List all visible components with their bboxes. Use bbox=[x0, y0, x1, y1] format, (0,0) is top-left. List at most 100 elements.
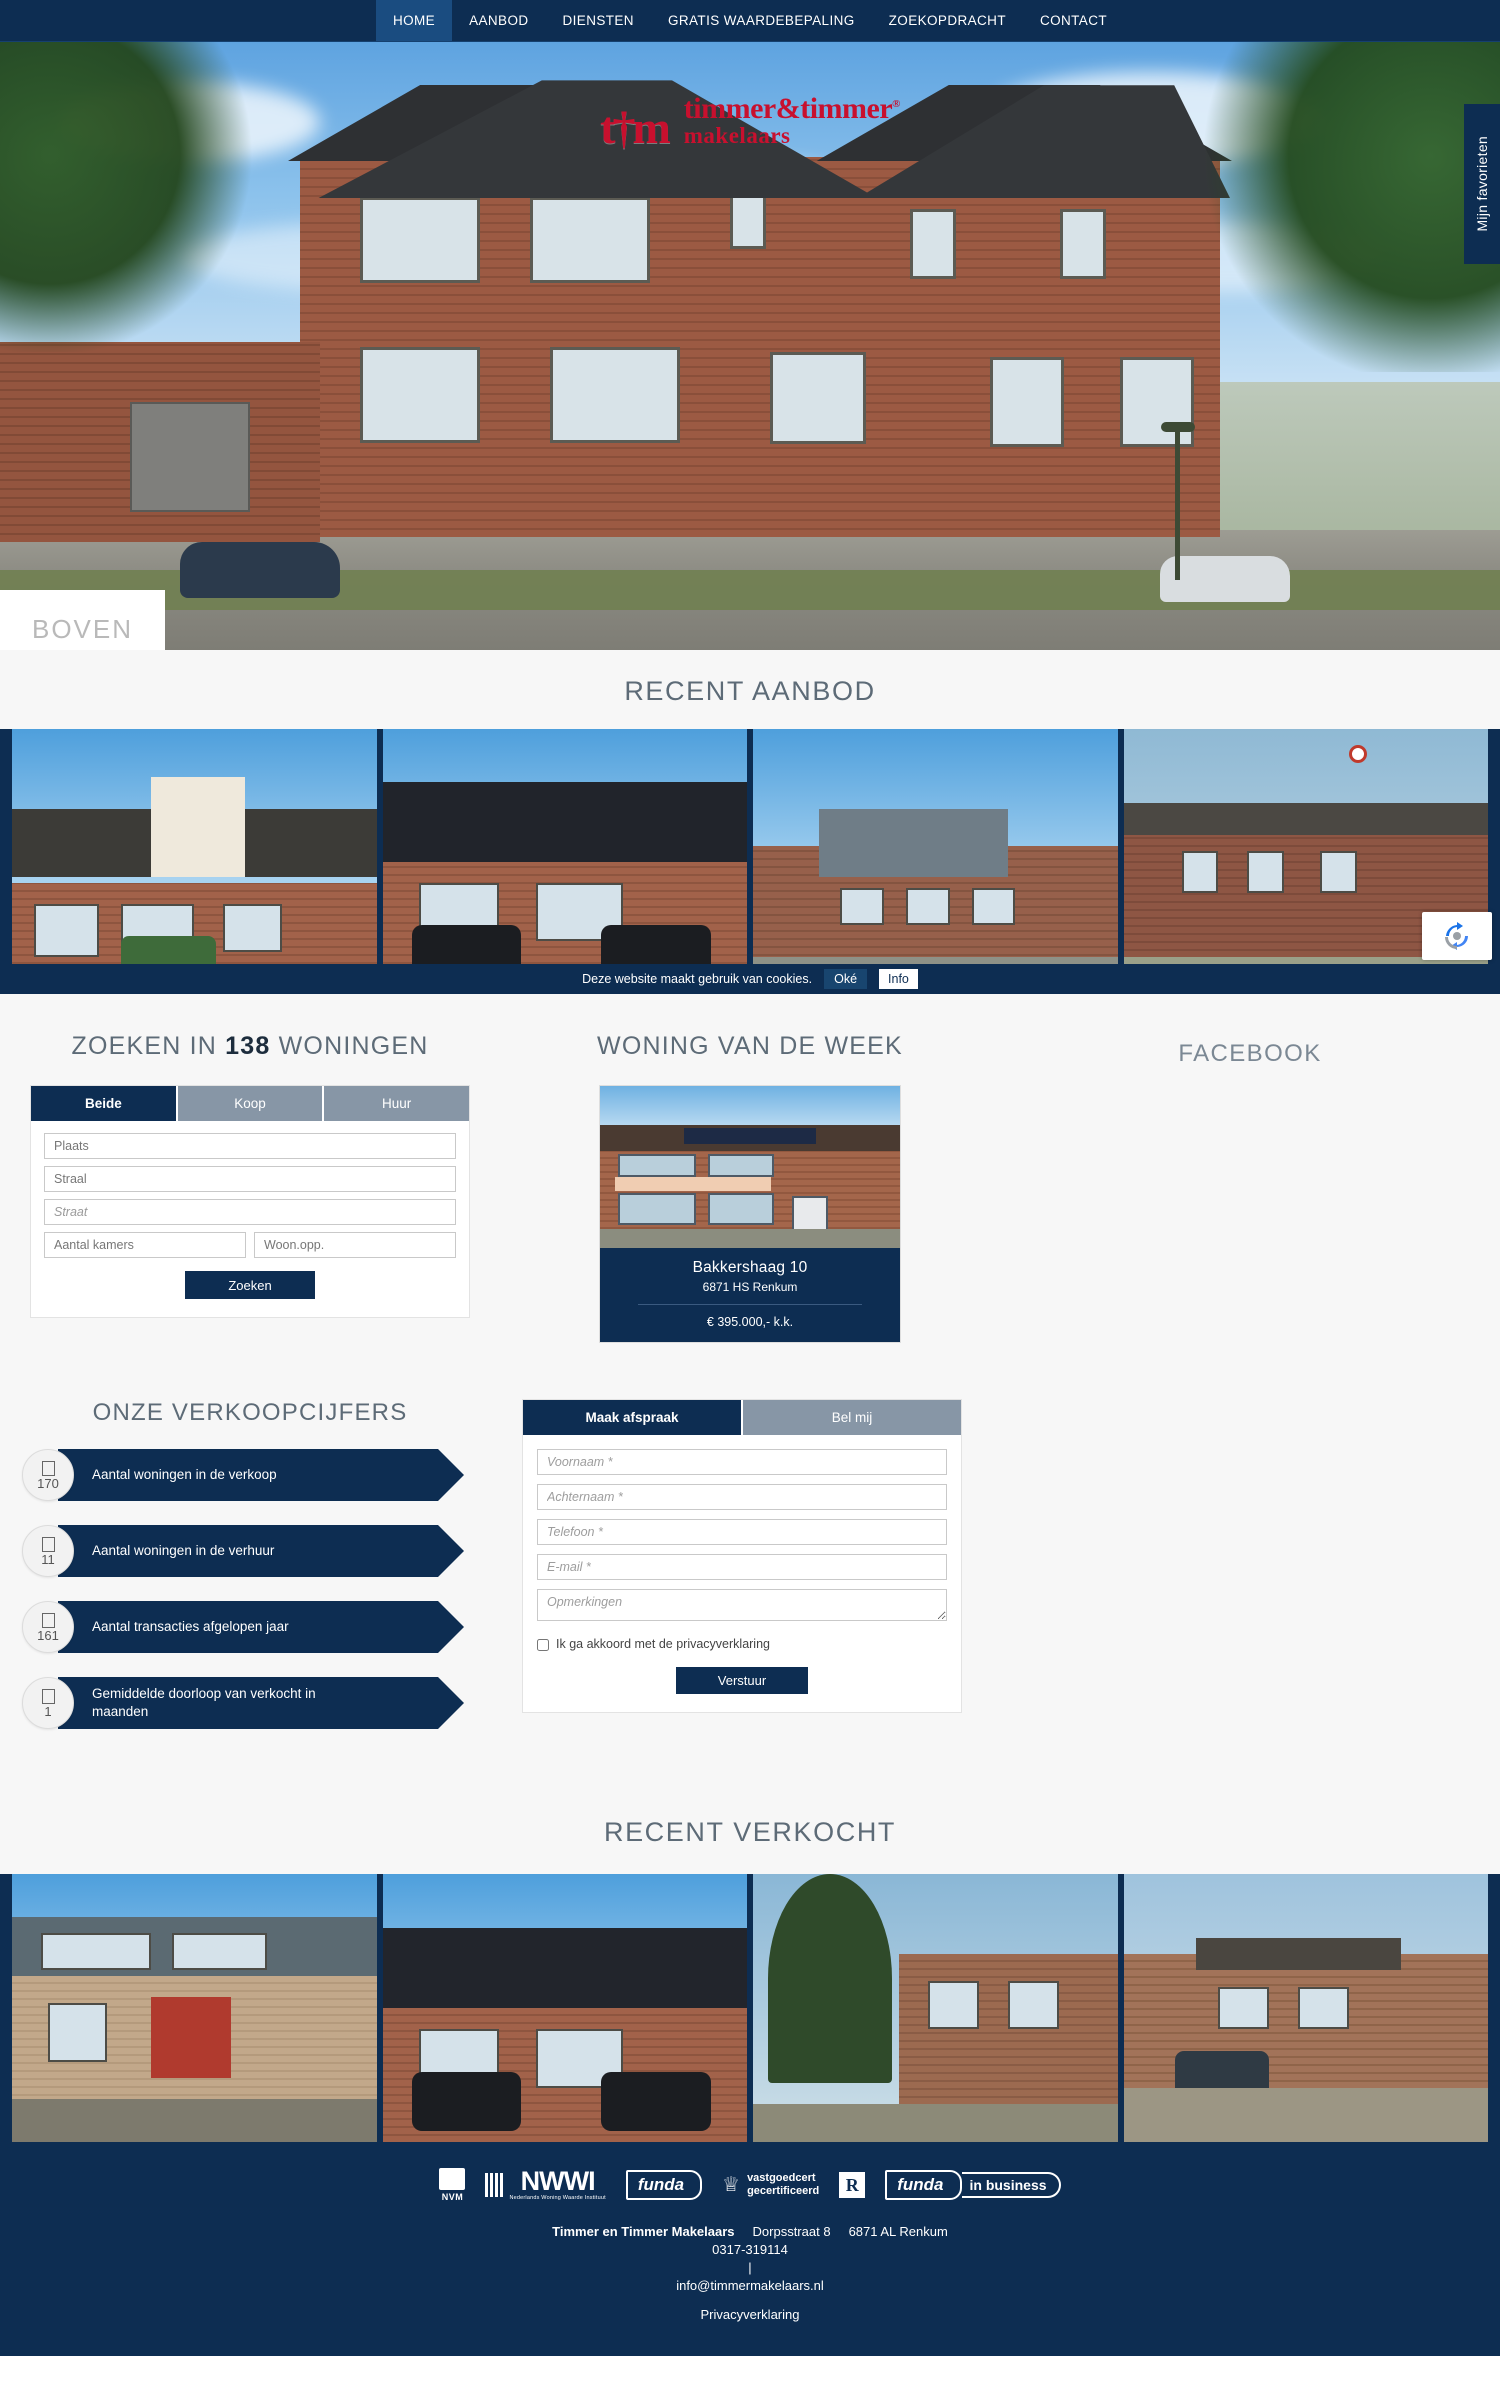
sold-card-4[interactable] bbox=[1123, 1874, 1488, 2142]
nvm-logo-label: NVM bbox=[441, 2192, 464, 2202]
house-window bbox=[1060, 209, 1106, 279]
input-telefoon[interactable] bbox=[537, 1519, 947, 1545]
search-fields: Zoeken bbox=[31, 1121, 469, 1317]
input-email[interactable] bbox=[537, 1554, 947, 1580]
search-heading-post: WONINGEN bbox=[278, 1032, 429, 1060]
search-heading-pre: ZOEKEN IN bbox=[71, 1032, 218, 1060]
footer-phone[interactable]: 0317-319114 bbox=[0, 2242, 1500, 2257]
nav-item-diensten[interactable]: DIENSTEN bbox=[546, 0, 651, 41]
vastgoedcert-label: vastgoedcert bbox=[747, 2172, 816, 2185]
week-property-price: € 395.000,- k.k. bbox=[706, 1315, 794, 1329]
street-lamp bbox=[1161, 422, 1195, 580]
funda-logo-icon: funda bbox=[625, 2170, 703, 2200]
nav-item-contact[interactable]: CONTACT bbox=[1023, 0, 1124, 41]
stat-label: Aantal transacties afgelopen jaar bbox=[92, 1618, 289, 1634]
stat-row-transacties: 161 Aantal transacties afgelopen jaar bbox=[22, 1601, 478, 1653]
search-input-aantal-kamers[interactable] bbox=[44, 1232, 246, 1258]
favorites-tab[interactable]: Mijn favorieten bbox=[1464, 104, 1500, 264]
search-submit-button[interactable]: Zoeken bbox=[185, 1271, 315, 1299]
week-heading: WONING VAN DE WEEK bbox=[597, 1032, 903, 1060]
house-window bbox=[360, 197, 480, 283]
recent-aanbod-title: RECENT AANBOD bbox=[624, 676, 876, 706]
sold-card-2[interactable] bbox=[382, 1874, 747, 2142]
footer-company-name: Timmer en Timmer Makelaars bbox=[552, 2224, 735, 2239]
input-opmerkingen[interactable] bbox=[537, 1589, 947, 1621]
recaptcha-badge[interactable] bbox=[1422, 912, 1492, 960]
search-input-straat[interactable] bbox=[44, 1199, 456, 1225]
recent-aanbod-thumbs bbox=[0, 729, 1500, 994]
input-achternaam[interactable] bbox=[537, 1484, 947, 1510]
input-voornaam[interactable] bbox=[537, 1449, 947, 1475]
sold-card-1[interactable] bbox=[12, 1874, 377, 2142]
nav-item-zoekopdracht[interactable]: ZOEKOPDRACHT bbox=[872, 0, 1023, 41]
logo-registered-icon: ® bbox=[892, 98, 900, 110]
week-property-card[interactable]: Bakkershaag 10 6871 HS Renkum € 395.000,… bbox=[599, 1085, 901, 1343]
favorites-tab-label: Mijn favorieten bbox=[1474, 136, 1490, 232]
listing-card-1[interactable] bbox=[12, 729, 377, 994]
middle-section: ZOEKEN IN 138 WONINGEN Beide Koop Huur Z… bbox=[0, 994, 1500, 1385]
stats-column: ONZE VERKOOPCIJFERS 170 Aantal woningen … bbox=[0, 1399, 500, 1753]
listing-card-2[interactable] bbox=[382, 729, 747, 994]
house-icon bbox=[41, 1612, 55, 1628]
funda-in-business-logo-icon: funda in business bbox=[885, 2170, 1061, 2200]
house-window bbox=[730, 189, 766, 249]
funda-in-business-label: funda bbox=[885, 2170, 962, 2200]
search-type-tabs: Beide Koop Huur bbox=[31, 1086, 470, 1121]
tab-maak-afspraak[interactable]: Maak afspraak bbox=[523, 1400, 741, 1435]
tab-huur[interactable]: Huur bbox=[322, 1086, 470, 1121]
stats-and-form-section: ONZE VERKOOPCIJFERS 170 Aantal woningen … bbox=[0, 1385, 1500, 1793]
recent-verkocht-thumbs bbox=[0, 1874, 1500, 2142]
nav-item-aanbod[interactable]: AANBOD bbox=[452, 0, 545, 41]
footer-privacy-link[interactable]: Privacyverklaring bbox=[701, 2307, 800, 2322]
crown-icon: ♕ bbox=[722, 2174, 741, 2196]
contact-form-submit-button[interactable]: Verstuur bbox=[676, 1667, 808, 1694]
nav-item-home[interactable]: HOME bbox=[375, 0, 453, 41]
stat-label: Gemiddelde doorloop van verkocht in maan… bbox=[92, 1685, 316, 1719]
site-logo[interactable]: t†m timmer&timmer® makelaars bbox=[600, 92, 900, 151]
tree-left bbox=[0, 42, 260, 352]
search-input-plaats[interactable] bbox=[44, 1133, 456, 1159]
cookie-accept-button[interactable]: Oké bbox=[824, 969, 868, 989]
stat-label: Aantal woningen in de verhuur bbox=[92, 1542, 275, 1558]
register-makelaar-logo-icon: R bbox=[839, 2172, 866, 2198]
facebook-column: FACEBOOK bbox=[1000, 1032, 1500, 1343]
tab-koop[interactable]: Koop bbox=[175, 1086, 323, 1121]
house-window bbox=[910, 209, 956, 279]
house-window bbox=[990, 357, 1064, 447]
footer-email-link[interactable]: info@timmermakelaars.nl bbox=[676, 2278, 824, 2293]
sold-card-3[interactable] bbox=[753, 1874, 1118, 2142]
recent-verkocht-gallery bbox=[0, 1874, 1500, 2142]
stat-badge-doorloop: 1 bbox=[22, 1677, 74, 1729]
recaptcha-icon bbox=[1445, 922, 1468, 950]
logo-wordmark: timmer&timmer bbox=[683, 92, 893, 125]
hero-house-side bbox=[0, 342, 320, 542]
contact-form-panel: Maak afspraak Bel mij Ik ga akkoord met … bbox=[522, 1399, 962, 1713]
week-property-photo bbox=[600, 1086, 900, 1248]
stat-row-verhuur: 11 Aantal woningen in de verhuur bbox=[22, 1525, 478, 1577]
house-window bbox=[360, 347, 480, 443]
stat-row-doorloop: 1 Gemiddelde doorloop van verkocht in ma… bbox=[22, 1677, 478, 1729]
nwwi-bars-icon bbox=[485, 2172, 504, 2197]
nwwi-logo-icon: NWWI Nederlands Woning Waarde Instituut bbox=[485, 2167, 606, 2202]
garage-door bbox=[130, 402, 250, 512]
search-input-woonopp[interactable] bbox=[254, 1232, 456, 1258]
week-property-info: Bakkershaag 10 6871 HS Renkum € 395.000,… bbox=[600, 1248, 900, 1342]
logo-subtitle: makelaars bbox=[683, 123, 791, 148]
week-property-address: Bakkershaag 10 bbox=[692, 1259, 808, 1276]
privacy-consent-row[interactable]: Ik ga akkoord met de privacyverklaring bbox=[537, 1637, 947, 1651]
contact-form-fields: Ik ga akkoord met de privacyverklaring V… bbox=[523, 1435, 961, 1712]
site-footer: NVM NWWI Nederlands Woning Waarde Instit… bbox=[0, 2142, 1500, 2356]
cookie-consent-bar: Deze website maakt gebruik van cookies. … bbox=[0, 964, 1500, 994]
house-icon bbox=[41, 1460, 55, 1476]
cookie-info-button[interactable]: Info bbox=[879, 969, 918, 989]
nwwi-logo-sublabel: Nederlands Woning Waarde Instituut bbox=[509, 2195, 606, 2202]
nav-item-gratis-waardebepaling[interactable]: GRATIS WAARDEBEPALING bbox=[651, 0, 872, 41]
listing-card-3[interactable] bbox=[753, 729, 1118, 994]
recent-verkocht-section: RECENT VERKOCHT bbox=[0, 1793, 1500, 1874]
tab-beide[interactable]: Beide bbox=[31, 1086, 176, 1121]
privacy-consent-checkbox[interactable] bbox=[537, 1639, 549, 1651]
hero-banner: t†m timmer&timmer® makelaars Mijn favori… bbox=[0, 42, 1500, 650]
tab-bel-mij[interactable]: Bel mij bbox=[741, 1400, 961, 1435]
search-input-straal[interactable] bbox=[44, 1166, 456, 1192]
footer-zip-city: 6871 AL Renkum bbox=[848, 2224, 948, 2239]
